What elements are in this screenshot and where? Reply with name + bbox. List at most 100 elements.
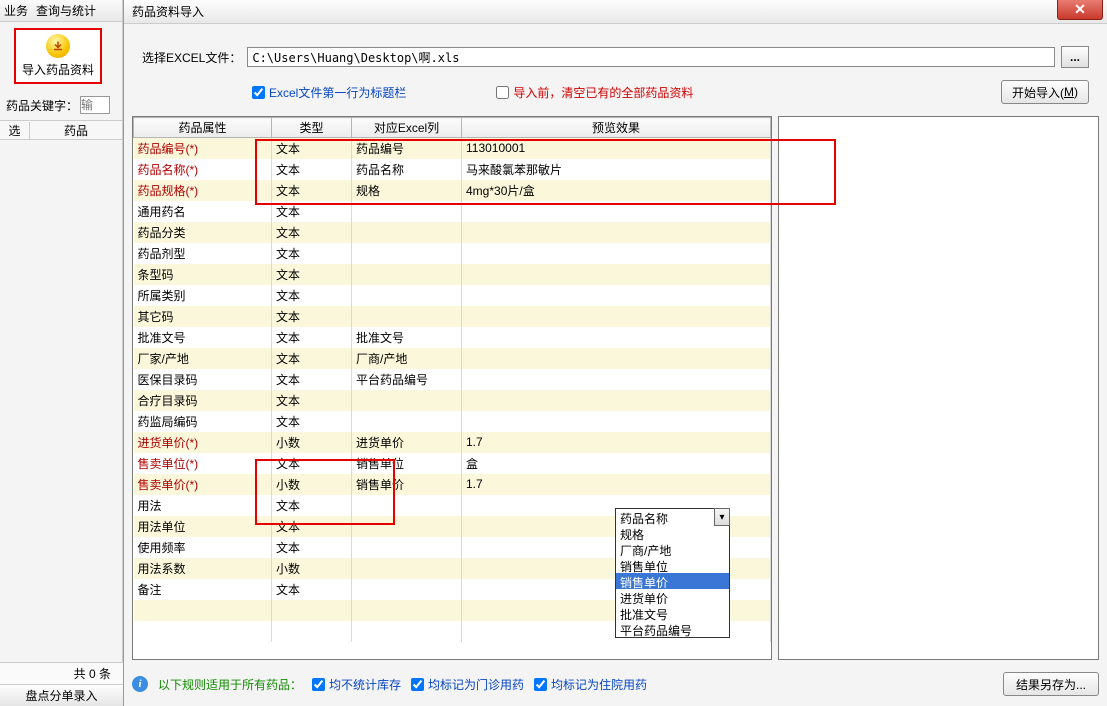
cell-attr: 药品剂型 [134, 243, 272, 264]
cell-excel[interactable]: 批准文号 [352, 327, 462, 348]
table-row[interactable]: 批准文号文本批准文号 [134, 327, 771, 348]
cell-type: 文本 [272, 306, 352, 327]
cell-type: 文本 [272, 264, 352, 285]
cell-attr: 进货单价(*) [134, 432, 272, 453]
close-button[interactable]: ✕ [1057, 0, 1103, 20]
cell-preview: 1.7 [462, 432, 771, 453]
table-row[interactable]: 售卖单价(*)小数销售单价1.7 [134, 474, 771, 495]
cell-attr: 售卖单位(*) [134, 453, 272, 474]
cell-excel[interactable]: 规格 [352, 180, 462, 201]
dropdown-option[interactable]: 销售单价 [616, 573, 729, 589]
dropdown-option[interactable]: 药品名称 [616, 509, 729, 525]
cell-excel[interactable]: 厂商/产地 [352, 348, 462, 369]
table-row[interactable]: 药品编号(*)文本药品编号113010001 [134, 138, 771, 159]
dropdown-option[interactable]: 进货单价 [616, 589, 729, 605]
table-row[interactable]: 合疗目录码文本 [134, 390, 771, 411]
header-row-checkbox[interactable]: Excel文件第一行为标题栏 [252, 84, 406, 101]
table-row[interactable]: 药品名称(*)文本药品名称马来酸氯苯那敏片 [134, 159, 771, 180]
cell-excel[interactable] [352, 264, 462, 285]
cell-type: 文本 [272, 285, 352, 306]
cell-preview [462, 390, 771, 411]
cell-preview: 4mg*30片/盒 [462, 180, 771, 201]
cell-preview [462, 369, 771, 390]
cell-type: 文本 [272, 348, 352, 369]
result-grid[interactable] [778, 116, 1099, 660]
cell-preview [462, 306, 771, 327]
cell-attr: 药品分类 [134, 222, 272, 243]
clear-existing-checkbox[interactable]: 导入前，清空已有的全部药品资料 [496, 84, 693, 101]
dropdown-option[interactable]: 销售单位 [616, 557, 729, 573]
inventory-entry-button[interactable]: 盘点分单录入 [0, 684, 123, 706]
table-row[interactable]: 药品规格(*)文本规格4mg*30片/盒 [134, 180, 771, 201]
cell-type: 文本 [272, 243, 352, 264]
cell-attr: 合疗目录码 [134, 390, 272, 411]
table-row[interactable]: 所属类别文本 [134, 285, 771, 306]
outpatient-checkbox[interactable]: 均标记为门诊用药 [411, 676, 524, 693]
no-inventory-checkbox[interactable]: 均不统计库存 [312, 676, 401, 693]
cell-type: 文本 [272, 180, 352, 201]
cell-excel[interactable] [352, 243, 462, 264]
cell-excel[interactable] [352, 579, 462, 600]
cell-excel[interactable] [352, 201, 462, 222]
table-row[interactable]: 药品分类文本 [134, 222, 771, 243]
cell-preview [462, 222, 771, 243]
table-row[interactable]: 进货单价(*)小数进货单价1.7 [134, 432, 771, 453]
file-path-input[interactable]: C:\Users\Huang\Desktop\啊.xls [247, 47, 1055, 67]
cell-excel[interactable] [352, 222, 462, 243]
cell-type: 文本 [272, 495, 352, 516]
keyword-label: 药品关键字： [6, 97, 78, 114]
table-row[interactable]: 售卖单位(*)文本销售单位盒 [134, 453, 771, 474]
excel-column-dropdown[interactable]: 药品名称规格厂商/产地销售单位销售单价进货单价批准文号平台药品编号 [615, 508, 730, 638]
keyword-input[interactable] [80, 96, 110, 114]
th-attr: 药品属性 [134, 118, 272, 138]
cell-attr: 药品规格(*) [134, 180, 272, 201]
browse-button[interactable]: ... [1061, 46, 1089, 68]
cell-attr: 条型码 [134, 264, 272, 285]
dropdown-option[interactable]: 批准文号 [616, 605, 729, 621]
table-row[interactable]: 条型码文本 [134, 264, 771, 285]
dropdown-arrow-button[interactable]: ▾ [714, 508, 730, 526]
cell-type: 文本 [272, 579, 352, 600]
cell-excel[interactable]: 药品编号 [352, 138, 462, 159]
cell-attr: 药品名称(*) [134, 159, 272, 180]
cell-attr: 医保目录码 [134, 369, 272, 390]
cell-type: 小数 [272, 474, 352, 495]
cell-type: 文本 [272, 453, 352, 474]
cell-excel[interactable]: 平台药品编号 [352, 369, 462, 390]
cell-attr: 用法 [134, 495, 272, 516]
table-row[interactable]: 药品剂型文本 [134, 243, 771, 264]
cell-excel[interactable]: 进货单价 [352, 432, 462, 453]
save-result-button[interactable]: 结果另存为... [1003, 672, 1099, 696]
cell-excel[interactable]: 药品名称 [352, 159, 462, 180]
start-import-button[interactable]: 开始导入(M) [1001, 80, 1089, 104]
cell-attr: 所属类别 [134, 285, 272, 306]
menu-item-business[interactable]: 业务 [4, 2, 28, 19]
cell-excel[interactable] [352, 390, 462, 411]
cell-excel[interactable] [352, 285, 462, 306]
table-row[interactable]: 厂家/产地文本厂商/产地 [134, 348, 771, 369]
dropdown-option[interactable]: 平台药品编号 [616, 621, 729, 637]
cell-excel[interactable] [352, 495, 462, 516]
close-icon: ✕ [1074, 1, 1086, 18]
cell-excel[interactable] [352, 306, 462, 327]
inpatient-checkbox[interactable]: 均标记为住院用药 [534, 676, 647, 693]
menu-item-stats[interactable]: 查询与统计 [36, 2, 96, 19]
cell-preview [462, 201, 771, 222]
cell-excel[interactable]: 销售单价 [352, 474, 462, 495]
cell-type: 文本 [272, 390, 352, 411]
cell-excel[interactable] [352, 537, 462, 558]
dropdown-option[interactable]: 规格 [616, 525, 729, 541]
table-row[interactable]: 医保目录码文本平台药品编号 [134, 369, 771, 390]
table-row[interactable]: 其它码文本 [134, 306, 771, 327]
table-row[interactable]: 药监局编码文本 [134, 411, 771, 432]
th-type: 类型 [272, 118, 352, 138]
cell-excel[interactable] [352, 558, 462, 579]
top-menu[interactable]: 业务 查询与统计 [0, 0, 122, 22]
cell-excel[interactable] [352, 516, 462, 537]
cell-excel[interactable]: 销售单位 [352, 453, 462, 474]
dropdown-option[interactable]: 厂商/产地 [616, 541, 729, 557]
cell-excel[interactable] [352, 411, 462, 432]
import-drug-data-button[interactable]: 导入药品资料 [14, 28, 102, 84]
table-row[interactable]: 通用药名文本 [134, 201, 771, 222]
cell-type: 文本 [272, 537, 352, 558]
